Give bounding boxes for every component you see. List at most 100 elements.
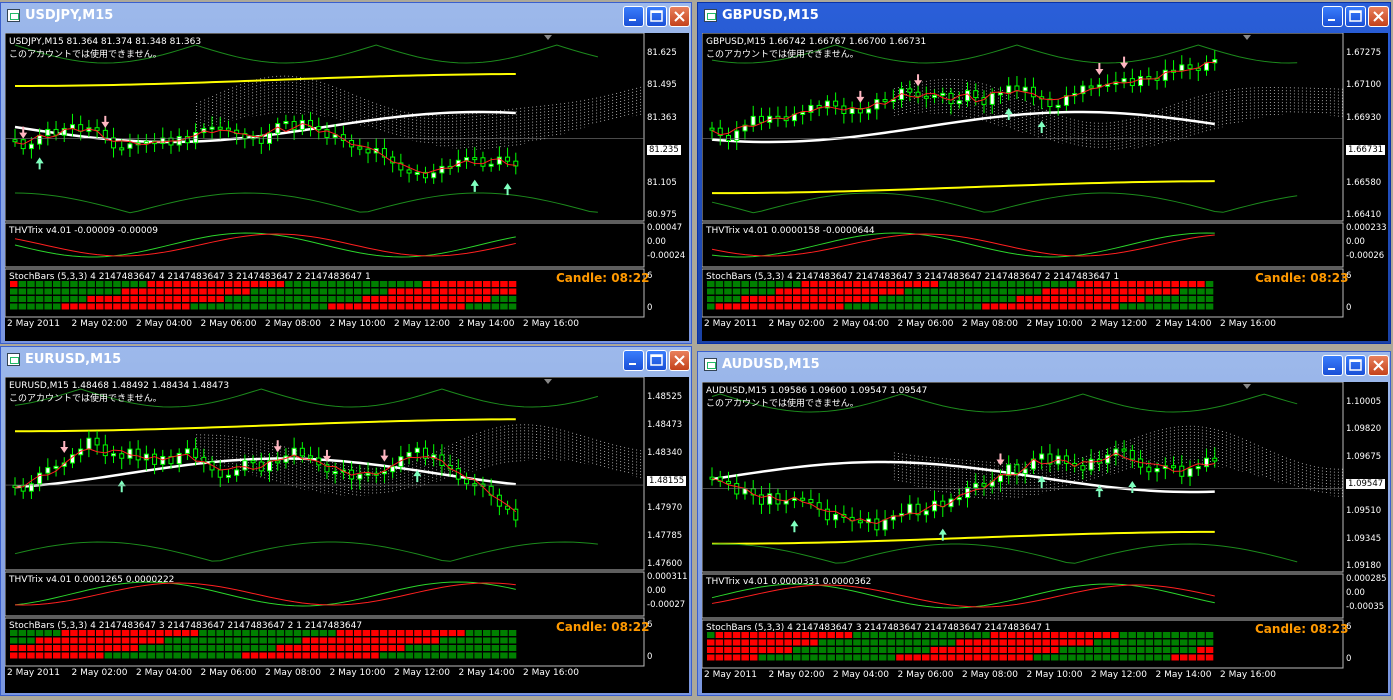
stoch-cell [457,630,465,636]
maximize-button[interactable] [1345,355,1366,376]
stoch-cell [793,647,801,653]
stoch-cell [1102,303,1111,310]
stoch-cell [465,637,474,644]
maximize-button[interactable] [646,350,667,371]
title-bar[interactable]: USDJPY,M15 [1,3,691,29]
stoch-cell [319,645,328,651]
minimize-button[interactable] [1322,355,1343,376]
stoch-cell [250,288,259,295]
stoch-cell [414,652,422,659]
chart-area[interactable]: EURUSD,M15 1.48468 1.48492 1.48434 1.484… [5,377,689,693]
stoch-cell [164,637,173,644]
candle [414,171,420,175]
stoch-cell [1145,654,1154,661]
stoch-cell [930,639,939,646]
candle [948,92,954,105]
maximize-button[interactable] [646,6,667,27]
stoch-cell [53,303,61,310]
stoch-cell [1197,639,1205,646]
stoch-cell [431,630,439,636]
stoch-cell [225,637,233,644]
stoch-cell [741,303,749,310]
chart-window-3[interactable]: AUDUSD,M15 AUDUSD,M15 1.09586 1.09600 1.0… [697,351,1391,696]
chart-area[interactable]: USDJPY,M15 81.364 81.374 81.348 81.363 この… [5,33,689,341]
title-bar[interactable]: GBPUSD,M15 [698,3,1390,29]
stoch-cell [973,647,982,653]
title-bar[interactable]: EURUSD,M15 [1,347,691,373]
stoch-cell [233,296,242,302]
stoch-cell [276,652,285,659]
stoch-cell [818,654,827,661]
candle [45,128,51,136]
stoch-cell [922,288,930,295]
stoch-cell [207,645,216,651]
stoch-cell [440,630,448,636]
stoch-cell [1128,639,1136,646]
stoch-cell [483,303,491,310]
stoch-cell [405,296,414,302]
stoch-cell [18,288,27,295]
stoch-cell [887,303,896,310]
stoch-cell [35,645,44,651]
stoch-cell [354,296,362,302]
stoch-cell [818,303,827,310]
stoch-cell [293,645,302,651]
stoch-cell [431,303,439,310]
stoch-cell [1102,288,1111,295]
price-label: 1.48525 [647,392,683,402]
stoch-cell [844,296,853,302]
stoch-cell [973,654,982,661]
minimize-button[interactable] [1322,6,1343,27]
close-button[interactable] [1368,355,1389,376]
time-label: 2 May 14:00 [1155,319,1212,329]
trix-scale: 0.00 [647,586,666,596]
stoch-cell [96,296,104,302]
stoch-cell [724,296,732,302]
minimize-button[interactable] [623,350,644,371]
stoch-cell [362,296,371,302]
chart-area[interactable]: GBPUSD,M15 1.66742 1.66767 1.66700 1.667… [702,33,1388,341]
chart-window-1[interactable]: GBPUSD,M15 GBPUSD,M15 1.66742 1.66767 1.6… [697,2,1391,344]
stoch-cell [311,637,319,644]
time-label: 2 May 08:00 [265,319,321,329]
stoch-cell [508,296,517,302]
stoch-cell [1051,647,1059,653]
stoch-cell [371,637,379,644]
stoch-cell [1119,647,1128,653]
stoch-cell [457,288,465,295]
candle [152,453,158,465]
title-bar[interactable]: AUDUSD,M15 [698,352,1390,378]
minimize-button[interactable] [623,6,644,27]
stoch-cell [1171,654,1179,661]
stoch-cell [801,288,810,295]
chart-window-2[interactable]: EURUSD,M15 EURUSD,M15 1.48468 1.48492 1.4… [0,346,692,696]
stoch-cell [379,652,388,659]
stoch-cell [965,639,973,646]
stoch-cell [311,303,319,310]
price-label: 80.975 [647,210,677,220]
chart-area[interactable]: AUDUSD,M15 1.09586 1.09600 1.09547 1.095… [702,382,1388,693]
candle [488,163,494,167]
stoch-cell [336,645,345,651]
stoch-cell [104,645,113,651]
time-label: 2 May 10:00 [329,668,386,678]
buy-arrow-icon [790,520,799,533]
stoch-cell [1205,296,1214,302]
maximize-button[interactable] [1345,6,1366,27]
stoch-cell [10,652,18,659]
stoch-cell [422,652,431,659]
candle [234,469,240,476]
stoch-cell [732,647,741,653]
stoch-cell [922,639,930,646]
stoch-cell [491,303,500,310]
close-button[interactable] [669,6,690,27]
close-button[interactable] [669,350,690,371]
stoch-cell [1051,654,1059,661]
stoch-cell [1025,654,1033,661]
stoch-cell [276,645,285,651]
chart-window-0[interactable]: USDJPY,M15 USDJPY,M15 81.364 81.374 81.34… [0,2,692,344]
stoch-cell [431,281,439,287]
stoch-cell [1085,632,1093,638]
close-button[interactable] [1368,6,1389,27]
close-icon [1373,360,1384,371]
